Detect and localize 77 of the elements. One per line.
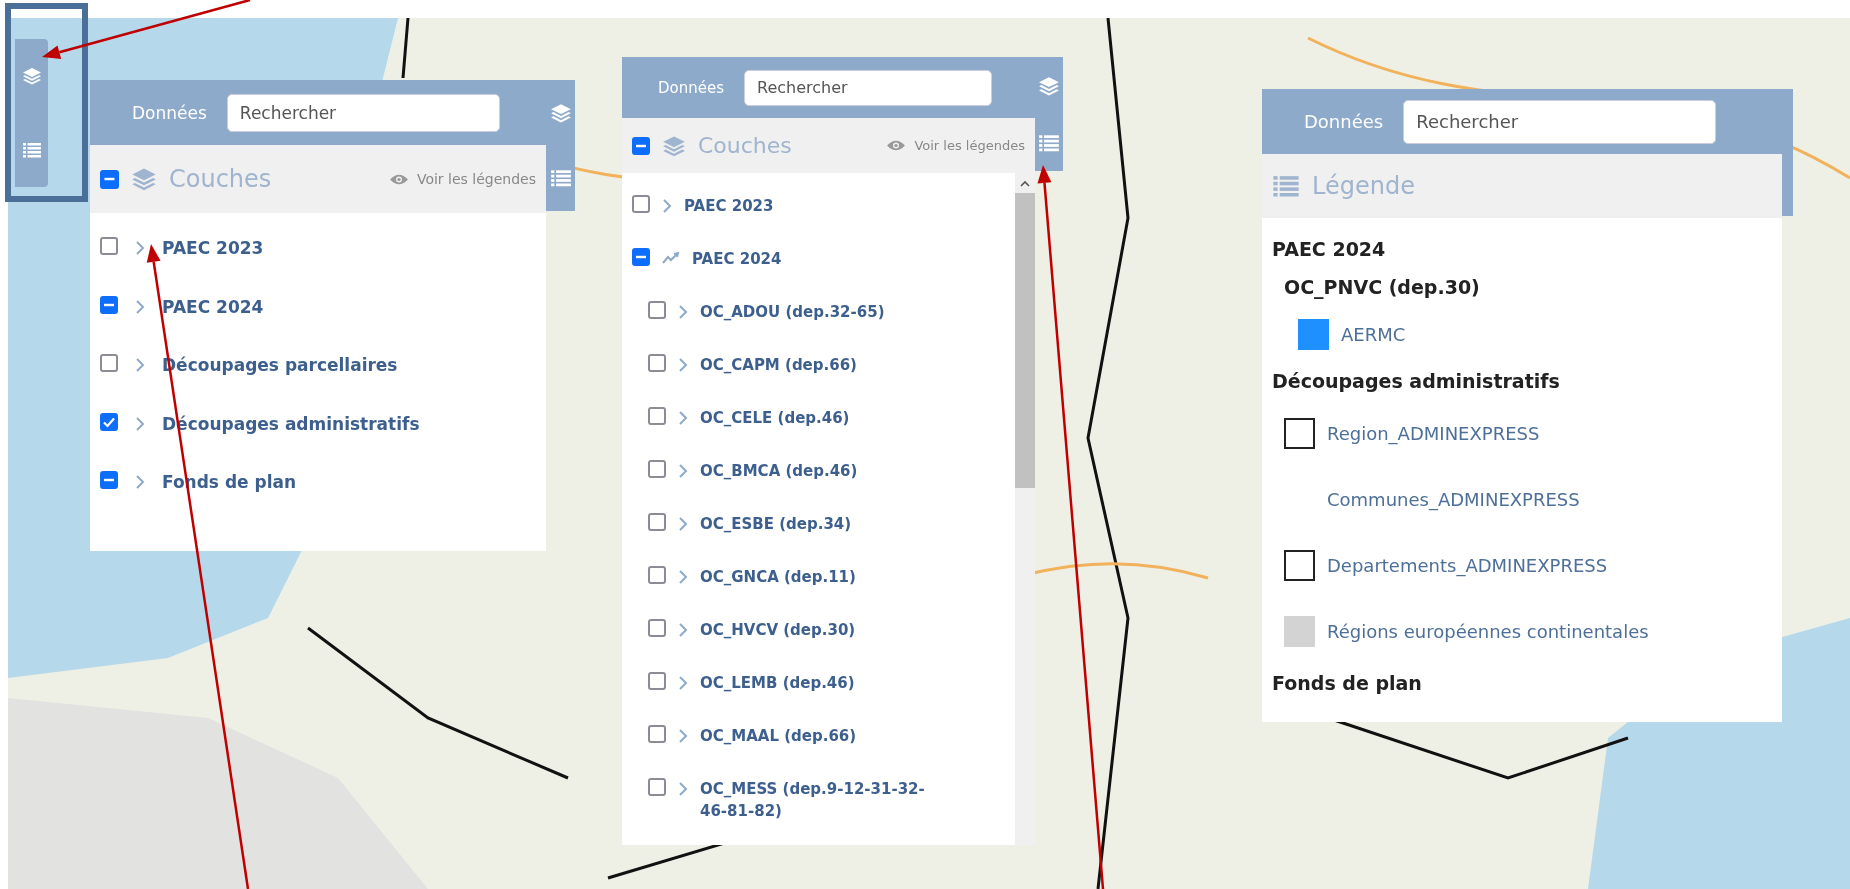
layer-label[interactable]: PAEC 2023 [162,237,264,259]
chevron-icon[interactable] [678,516,688,532]
legend-item-label: AERMC [1341,323,1406,345]
legend-subgroup-title: OC_PNVC (dep.30) [1284,275,1481,301]
checkbox[interactable] [648,778,666,796]
chevron-icon[interactable] [678,675,688,691]
legend-item-label: Communes_ADMINEXPRESS [1327,488,1580,510]
chevron-icon[interactable] [135,240,145,256]
trend-line-icon[interactable] [662,251,680,265]
checkbox[interactable] [648,460,666,478]
checkbox[interactable] [648,407,666,425]
layer-label[interactable]: OC_ESBE (dep.34) [700,513,852,535]
scrollbar-thumb[interactable] [1015,193,1035,488]
chevron-icon[interactable] [678,781,688,797]
layer-label[interactable]: OC_GNCA (dep.11) [700,566,856,588]
legend-item-label: Departements_ADMINEXPRESS [1327,554,1608,576]
checkbox[interactable] [100,169,119,189]
checkbox[interactable] [632,195,650,213]
legend-group-title: Découpages administratifs [1272,369,1561,394]
chevron-icon[interactable] [678,463,688,479]
layer-label[interactable]: OC_CELE (dep.46) [700,407,850,429]
checkbox[interactable] [648,354,666,372]
chevron-icon[interactable] [135,474,145,490]
layer-label[interactable]: OC_BMCA (dep.46) [700,460,858,482]
legend-group-title: Fonds de plan [1272,671,1423,696]
chevron-icon[interactable] [678,569,688,585]
legend-group-title: PAEC 2024 [1272,237,1387,262]
search-field[interactable]: Rechercher [226,93,500,132]
checkbox[interactable] [100,295,118,314]
scrollbar[interactable] [1015,173,1035,845]
section-title: Légende [1312,172,1415,200]
checkbox[interactable] [100,412,118,431]
checkbox[interactable] [648,301,666,319]
layer-label[interactable]: PAEC 2023 [684,195,774,217]
chevron-icon[interactable] [678,304,688,320]
caret-up-icon[interactable] [1020,179,1030,187]
eye-icon [886,139,907,152]
layer-label[interactable]: PAEC 2024 [692,248,782,270]
checkbox[interactable] [648,725,666,743]
section-title: Couches [169,165,272,193]
layer-label[interactable]: OC_MESS (dep.9-12-31-32-46-81-82) [700,778,950,822]
layer-label[interactable]: OC_MAAL (dep.66) [700,725,857,747]
search-field[interactable]: Rechercher [1403,99,1717,144]
list-icon[interactable] [21,140,42,160]
search-field[interactable]: Rechercher [744,69,992,106]
chevron-icon[interactable] [662,198,672,214]
layer-label[interactable]: OC_LEMB (dep.46) [700,672,855,694]
chevron-icon[interactable] [135,357,145,373]
chevron-icon[interactable] [135,298,145,315]
layers-icon[interactable] [1038,74,1060,97]
layer-label[interactable]: OC_CAPM (dep.66) [700,354,857,376]
checkbox[interactable] [648,672,666,690]
checkbox[interactable] [648,513,666,531]
layers-icon[interactable] [131,166,157,192]
checkbox[interactable] [648,619,666,637]
outline-swatch [1284,417,1315,449]
legend-item-label: Régions européennes continentales [1327,620,1649,642]
outline-swatch [1284,549,1315,581]
layer-label[interactable]: OC_HVCV (dep.30) [700,619,856,641]
chevron-icon[interactable] [678,357,688,373]
legend-item-label: Region_ADMINEXPRESS [1327,422,1540,444]
checkbox[interactable] [632,248,650,266]
chevron-icon[interactable] [678,622,688,638]
layers-icon[interactable] [21,66,42,86]
checkbox[interactable] [648,566,666,584]
checkbox[interactable] [632,136,650,155]
checkbox[interactable] [100,237,118,255]
layer-label[interactable]: OC_ADOU (dep.32-65) [700,301,885,323]
chevron-icon[interactable] [678,410,688,426]
chevron-icon[interactable] [678,728,688,744]
checkbox[interactable] [100,354,118,372]
checkbox[interactable] [100,471,118,489]
layers-icon[interactable] [549,101,572,124]
section-title: Couches [698,133,792,158]
eye-icon [388,172,409,186]
layer-label[interactable]: PAEC 2024 [162,295,264,318]
chevron-icon[interactable] [135,415,145,432]
